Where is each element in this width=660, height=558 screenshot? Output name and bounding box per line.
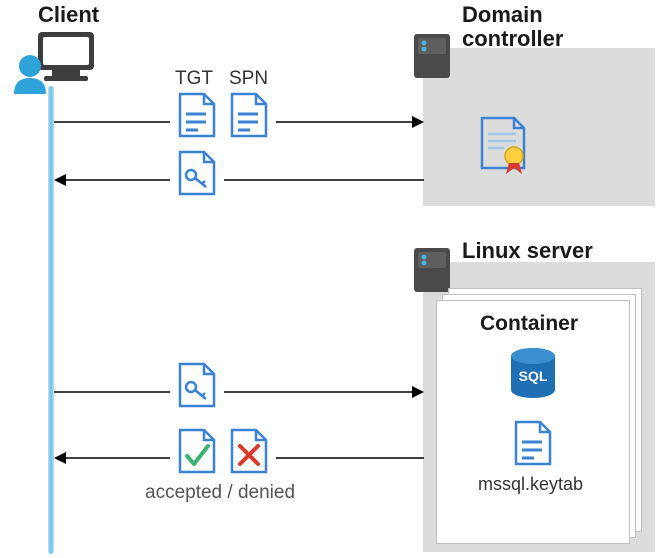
- arrow-step3: [54, 384, 424, 400]
- svg-text:SQL: SQL: [519, 368, 548, 384]
- client-icon: [10, 28, 102, 100]
- keytab-doc-icon: [512, 420, 554, 468]
- dc-label-1: Domain: [462, 2, 543, 28]
- arrow-step1: [54, 114, 424, 130]
- certificate-icon: [476, 116, 530, 178]
- arrow-step4: [54, 450, 424, 466]
- tgt-label: TGT: [175, 68, 213, 90]
- linux-label: Linux server: [462, 238, 593, 264]
- dc-label-2: controller: [462, 26, 563, 52]
- client-label: Client: [38, 2, 99, 28]
- accepted-denied-label: accepted / denied: [145, 482, 295, 504]
- container-label: Container: [480, 312, 578, 336]
- client-lifeline: [48, 86, 54, 554]
- keytab-label: mssql.keytab: [478, 474, 583, 495]
- server-icon-dc: [410, 30, 454, 82]
- spn-label: SPN: [229, 68, 268, 90]
- domain-controller-box: [423, 48, 655, 206]
- sql-icon: SQL: [506, 346, 560, 404]
- arrow-step2: [54, 172, 424, 188]
